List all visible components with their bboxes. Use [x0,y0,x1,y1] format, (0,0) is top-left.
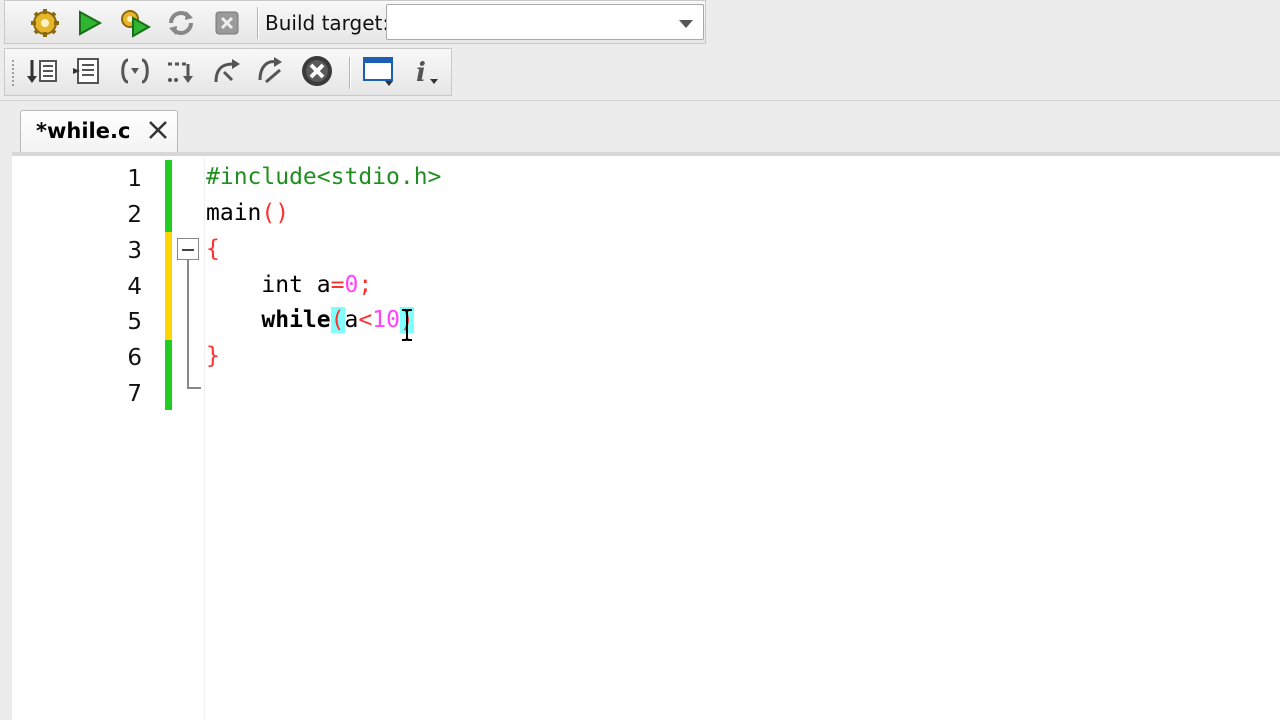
keyword-while: while [261,307,331,333]
run-icon[interactable] [71,5,107,41]
step-into-icon[interactable] [163,53,199,89]
debugger-toolbar-row: i [0,46,1280,96]
semicolon: ; [358,272,373,298]
text-cursor-icon [402,309,412,341]
number-literal: 0 [344,272,359,298]
build-and-run-icon[interactable] [117,5,153,41]
tab-while-c[interactable]: *while.c [20,110,178,154]
assign-operator: = [330,272,345,298]
variable: a [344,307,359,333]
run-to-cursor-icon[interactable] [71,53,107,89]
line-number: 1 [127,166,142,192]
line-number: 3 [127,238,142,264]
line-number: 5 [127,309,142,335]
gutter-divider [204,156,205,720]
open-paren-highlight: ( [330,307,345,333]
debugger-toolbar: i [4,48,452,96]
toolbar-separator [349,57,350,89]
stop-debugger-icon[interactable] [299,53,335,89]
next-line-icon[interactable] [117,53,153,89]
line-number: 7 [127,381,142,407]
function-name: main [206,200,262,226]
svg-text:i: i [416,58,426,87]
code-line-6[interactable]: } [206,343,220,369]
fold-guide-end [187,387,201,389]
variable: a [302,272,331,298]
build-target-label: Build target: [265,11,390,35]
compiler-toolbar-row: Build target: [0,0,1280,46]
toolbar-grip[interactable] [11,59,15,87]
number-literal: 10 [372,307,400,333]
chevron-down-icon [679,20,693,28]
info-icon[interactable]: i [409,53,445,89]
preprocessor-directive: #include<stdio.h> [206,164,442,190]
fold-collapse-icon[interactable] [177,238,199,260]
code-line-3[interactable]: { [206,236,220,262]
less-than-operator: < [358,307,373,333]
change-bar-unsaved [165,232,172,340]
fold-guide-line [187,260,189,388]
change-bar-saved [165,340,172,410]
line-number: 4 [127,274,142,300]
code-line-4[interactable]: int a=0; [206,272,372,298]
rebuild-icon[interactable] [163,5,199,41]
tab-label: *while.c [36,119,131,143]
line-number: 6 [127,345,142,371]
build-icon[interactable] [27,5,63,41]
close-icon[interactable] [147,119,169,141]
code-line-1[interactable]: #include<stdio.h> [206,164,441,190]
debug-continue-icon[interactable] [25,53,61,89]
line-number-gutter: 1 2 3 4 5 6 7 [12,156,204,720]
abort-icon[interactable] [209,5,245,41]
build-target-select[interactable] [386,4,704,40]
change-bar-saved [165,160,172,232]
keyword-int: int [261,272,303,298]
code-line-2[interactable]: main() [206,200,289,226]
next-instruction-icon[interactable] [253,53,289,89]
editor-tab-strip: *while.c [0,96,1280,154]
open-brace: { [206,236,220,262]
line-number: 2 [127,202,142,228]
code-line-5[interactable]: while(a<10) [206,307,414,333]
debug-windows-icon[interactable] [361,53,397,89]
step-out-icon[interactable] [209,53,245,89]
parentheses: () [261,200,290,226]
code-editor[interactable]: 1 2 3 4 5 6 7 #include<stdio.h> main() {… [12,152,1280,720]
toolbar-separator [257,7,258,39]
close-brace: } [206,343,220,369]
